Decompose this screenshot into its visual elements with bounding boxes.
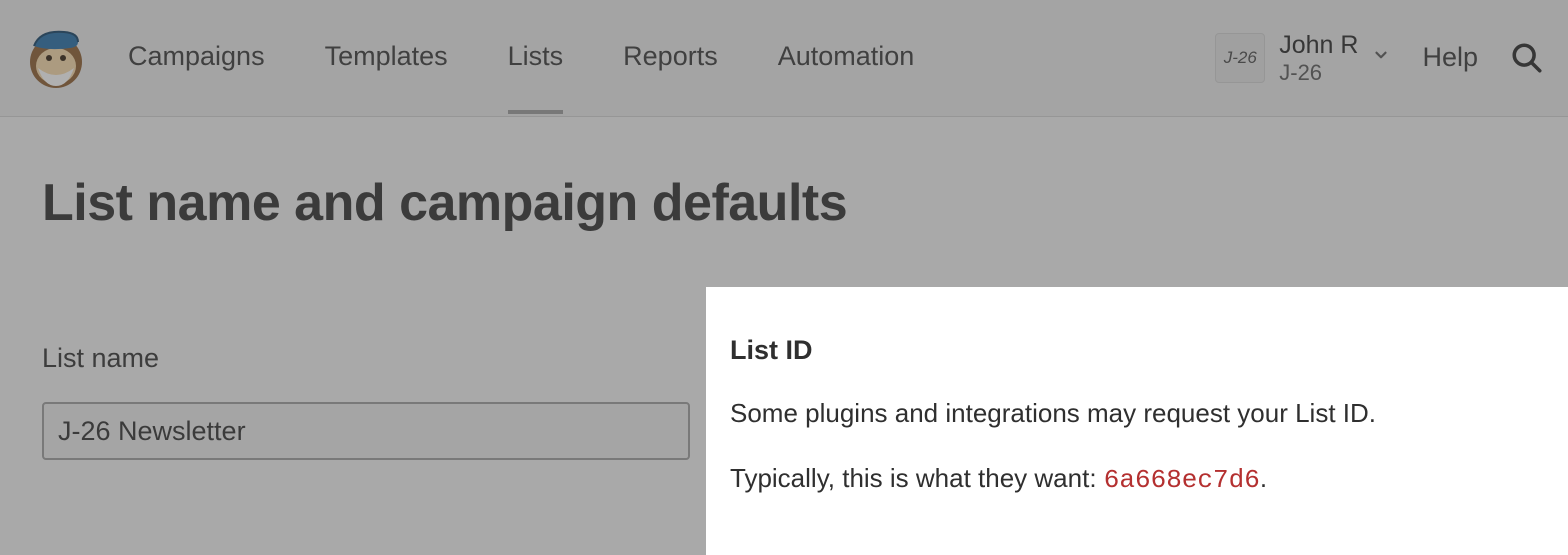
- mailchimp-logo-icon[interactable]: [24, 26, 88, 90]
- nav-automation[interactable]: Automation: [778, 41, 915, 76]
- account-avatar: J-26: [1215, 33, 1265, 83]
- list-name-label: List name: [42, 343, 672, 374]
- list-id-value-line: Typically, this is what they want: 6a668…: [730, 463, 1544, 495]
- search-icon[interactable]: [1510, 41, 1544, 75]
- right-nav: J-26 John R J-26 Help: [1215, 30, 1544, 86]
- account-menu[interactable]: J-26 John R J-26: [1215, 30, 1390, 86]
- account-name: John R: [1279, 30, 1358, 60]
- nav-templates[interactable]: Templates: [325, 41, 448, 76]
- nav-campaigns[interactable]: Campaigns: [128, 41, 265, 76]
- list-id-prefix: Typically, this is what they want:: [730, 463, 1104, 493]
- account-text: John R J-26: [1279, 30, 1358, 86]
- main-nav: Campaigns Templates Lists Reports Automa…: [128, 41, 914, 76]
- top-nav: Campaigns Templates Lists Reports Automa…: [0, 0, 1568, 117]
- list-id-panel: List ID Some plugins and integrations ma…: [706, 287, 1568, 555]
- account-sub: J-26: [1279, 60, 1358, 86]
- list-name-input[interactable]: [42, 402, 690, 460]
- list-id-heading: List ID: [730, 335, 1544, 366]
- list-id-code[interactable]: 6a668ec7d6: [1104, 465, 1260, 495]
- page-title: List name and campaign defaults: [42, 173, 1526, 233]
- nav-help[interactable]: Help: [1422, 42, 1478, 73]
- list-id-suffix: .: [1260, 463, 1267, 493]
- nav-reports[interactable]: Reports: [623, 41, 718, 76]
- list-id-description: Some plugins and integrations may reques…: [730, 394, 1544, 433]
- nav-lists[interactable]: Lists: [508, 41, 564, 76]
- chevron-down-icon: [1372, 46, 1390, 69]
- list-name-column: List name: [42, 343, 702, 460]
